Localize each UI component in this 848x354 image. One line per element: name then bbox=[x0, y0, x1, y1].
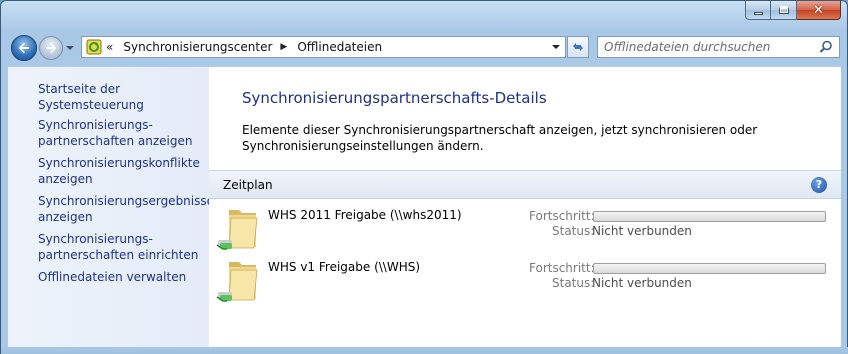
forward-arrow-icon bbox=[46, 42, 57, 54]
schedule-section-header[interactable]: Zeitplan ? bbox=[209, 170, 841, 199]
address-bar[interactable]: « Synchronisierungscenter ▶ Offlinedatei… bbox=[81, 36, 566, 58]
recent-pages-dropdown-icon[interactable] bbox=[65, 43, 75, 53]
status-value: Nicht verbunden bbox=[592, 276, 692, 290]
close-button[interactable]: ✕ bbox=[797, 1, 841, 20]
status-label: Status: bbox=[552, 276, 595, 290]
sidebar-item-view-partnerships[interactable]: Synchronisierungs- partnerschaften anzei… bbox=[38, 117, 208, 149]
chevron-down-icon bbox=[552, 45, 560, 49]
help-icon[interactable]: ? bbox=[811, 177, 827, 193]
explorer-window: ✕ « Synchronisierungscenter ▶ Offlinedat… bbox=[0, 0, 848, 354]
progress-label: Fortschritt: bbox=[529, 261, 595, 275]
maximize-icon bbox=[778, 6, 789, 14]
maximize-button[interactable] bbox=[771, 1, 797, 20]
progress-label: Fortschritt: bbox=[529, 209, 595, 223]
search-icon[interactable] bbox=[819, 40, 833, 54]
sidebar-item-control-panel-home[interactable]: Startseite der Systemsteuerung bbox=[38, 81, 208, 113]
main-content: Synchronisierungspartnerschafts-Details … bbox=[209, 66, 841, 348]
address-dropdown-button[interactable] bbox=[549, 40, 563, 54]
status-label: Status: bbox=[552, 224, 595, 238]
address-overflow-chevron[interactable]: « bbox=[106, 40, 113, 54]
sync-progress-bar bbox=[593, 211, 826, 222]
sync-folder-icon bbox=[216, 210, 258, 250]
sidebar-item-view-results[interactable]: Synchronisierungsergebnisse anzeigen bbox=[38, 193, 214, 225]
partner-name: WHS v1 Freigabe (\\WHS) bbox=[268, 260, 421, 274]
minimize-button[interactable] bbox=[745, 1, 771, 20]
forward-button[interactable] bbox=[39, 36, 63, 60]
refresh-icon bbox=[573, 43, 583, 51]
sync-folder-icon bbox=[216, 262, 258, 302]
back-arrow-icon bbox=[18, 42, 29, 54]
close-icon: ✕ bbox=[813, 2, 824, 18]
sync-partner-row[interactable]: WHS 2011 Freigabe (\\whs2011) Fortschrit… bbox=[209, 206, 841, 258]
breadcrumb-offline-files[interactable]: Offlinedateien bbox=[297, 40, 382, 54]
back-button[interactable] bbox=[11, 35, 37, 61]
minimize-icon bbox=[753, 11, 763, 15]
task-sidebar: Startseite der Systemsteuerung Synchroni… bbox=[8, 66, 214, 348]
sync-center-icon bbox=[86, 39, 102, 55]
caption-buttons: ✕ bbox=[745, 1, 841, 21]
breadcrumb-sync-center[interactable]: Synchronisierungscenter bbox=[123, 40, 272, 54]
refresh-button[interactable] bbox=[567, 36, 589, 58]
sync-progress-bar bbox=[593, 263, 826, 274]
page-description: Elemente dieser Synchronisierungspartner… bbox=[242, 123, 758, 153]
sidebar-item-setup-partnerships[interactable]: Synchronisierungs- partnerschaften einri… bbox=[38, 231, 208, 263]
search-box[interactable] bbox=[597, 36, 840, 58]
status-value: Nicht verbunden bbox=[592, 224, 692, 238]
sync-partner-row[interactable]: WHS v1 Freigabe (\\WHS) Fortschritt: Sta… bbox=[209, 258, 841, 310]
page-title: Synchronisierungspartnerschafts-Details bbox=[242, 89, 547, 107]
breadcrumb-separator-icon[interactable]: ▶ bbox=[280, 42, 287, 52]
sidebar-item-manage-offline-files[interactable]: Offlinedateien verwalten bbox=[38, 269, 208, 285]
search-input[interactable] bbox=[604, 40, 819, 54]
partner-name: WHS 2011 Freigabe (\\whs2011) bbox=[268, 208, 462, 222]
window-bottom-frame bbox=[1, 347, 848, 354]
sidebar-item-view-conflicts[interactable]: Synchronisierungskonflikte anzeigen bbox=[38, 155, 208, 187]
schedule-button[interactable]: Zeitplan bbox=[223, 178, 273, 192]
